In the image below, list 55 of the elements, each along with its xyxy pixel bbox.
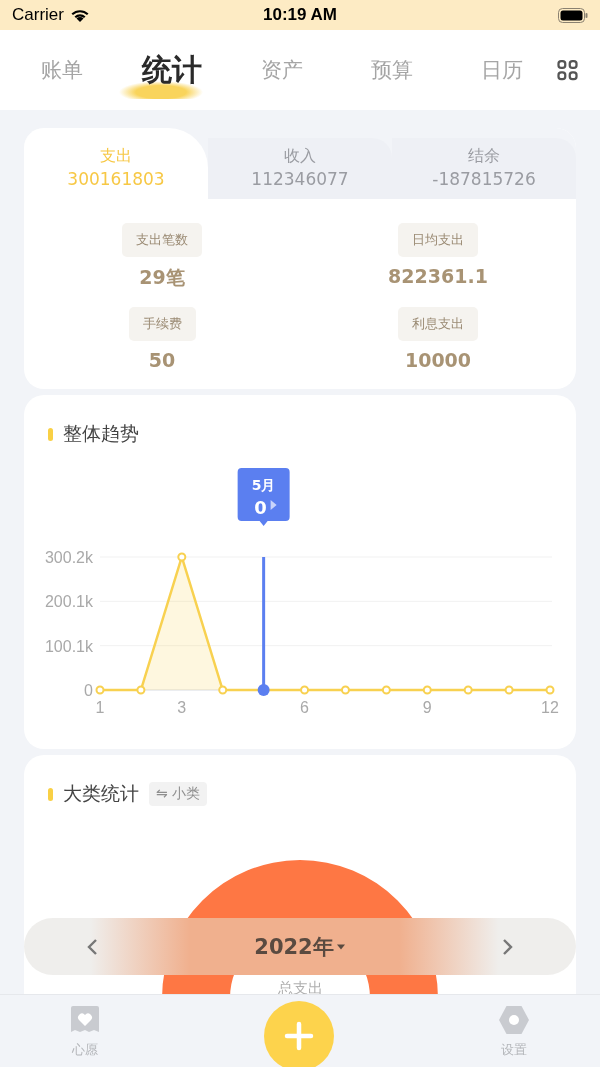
x-tick-label: 6: [300, 699, 309, 716]
nav-tab[interactable]: 资产: [227, 48, 337, 92]
nav-tab[interactable]: 预算: [337, 48, 447, 92]
data-point: [422, 685, 432, 695]
data-point: [504, 685, 514, 695]
chevron-left-icon[interactable]: [86, 937, 100, 956]
hexagon-gear-icon: [498, 1005, 530, 1035]
cursor-point: [257, 684, 270, 696]
section-title: 大类统计: [63, 781, 139, 806]
tooltip: 5月 0: [237, 468, 290, 526]
y-tick-label: 200.1k: [44, 593, 93, 611]
stat-label: 支出笔数: [122, 223, 202, 257]
data-point: [95, 685, 105, 695]
x-tick-label: 1: [95, 699, 105, 716]
stat-label: 手续费: [128, 307, 196, 341]
stat-label: 利息支出: [398, 307, 478, 341]
summary-tab[interactable]: 结余 -187815726: [392, 138, 576, 199]
section-title: 整体趋势: [63, 421, 139, 446]
x-tick-label: 3: [177, 699, 187, 716]
stat-value: 50: [148, 349, 176, 371]
data-point: [136, 685, 146, 695]
clock-time: 10:19 AM: [263, 5, 337, 25]
stat-value: 822361.1: [388, 265, 488, 287]
caret-icon: [335, 942, 346, 951]
wifi-icon: [69, 7, 90, 23]
bottom-tab[interactable]: 设置: [492, 995, 536, 1060]
subcategory-toggle[interactable]: ⇋ 小类: [149, 782, 208, 806]
plus-icon: [284, 1021, 314, 1051]
nav-tab[interactable]: 日历: [447, 48, 557, 92]
y-tick-label: 0: [84, 682, 93, 699]
x-tick-label: 9: [422, 699, 432, 716]
summary-tab[interactable]: 支出 300161803: [24, 128, 208, 199]
chevron-right-icon[interactable]: [500, 937, 514, 956]
summary-tab[interactable]: 收入 112346077: [208, 138, 392, 199]
stat-label: 日均支出: [398, 223, 478, 257]
stat-value: 29笔: [139, 265, 185, 290]
bottom-tab[interactable]: 心愿: [64, 995, 106, 1060]
data-point: [545, 685, 555, 695]
heart-card-icon: [70, 1005, 100, 1035]
y-tick-label: 300.2k: [44, 549, 93, 566]
nav-tab[interactable]: 账单: [7, 48, 117, 92]
y-tick-label: 100.1k: [44, 637, 93, 655]
data-point: [218, 685, 228, 695]
heading-marker: [48, 427, 53, 441]
data-point: [340, 685, 350, 695]
battery-icon: [558, 7, 588, 23]
data-point: [300, 685, 310, 695]
data-point: [381, 685, 391, 695]
x-tick-label: 12: [541, 699, 559, 716]
stat-value: 10000: [404, 349, 472, 371]
heading-marker: [48, 787, 53, 801]
carrier-label: Carrier: [12, 5, 64, 25]
data-point: [463, 685, 473, 695]
year-dropdown[interactable]: 2022年: [248, 931, 352, 962]
data-point: [177, 552, 187, 562]
